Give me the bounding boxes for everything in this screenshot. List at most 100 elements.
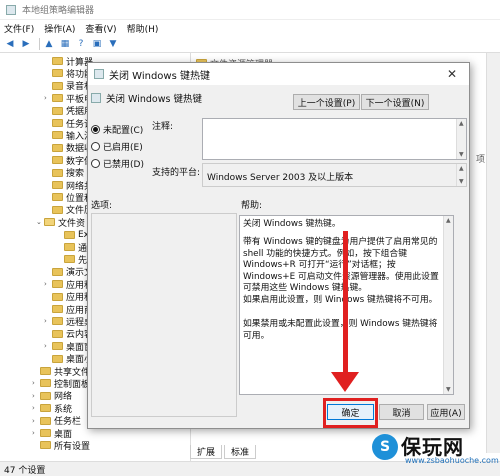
editor-title: 本地组策略编辑器 bbox=[22, 6, 95, 16]
close-icon[interactable]: ✕ bbox=[435, 63, 469, 85]
folder-icon bbox=[52, 69, 63, 78]
tree-item[interactable]: › 任务栏 bbox=[32, 415, 81, 427]
tree-item[interactable]: › 桌面 bbox=[32, 427, 73, 440]
folder-icon bbox=[52, 329, 63, 338]
apply-button[interactable]: 应用(A) bbox=[427, 404, 465, 420]
tab-extended[interactable]: 扩展 bbox=[190, 445, 223, 459]
folder-icon bbox=[52, 94, 63, 103]
chevron-right-icon[interactable]: › bbox=[44, 317, 52, 325]
settings-pane-scrollbar[interactable] bbox=[486, 53, 500, 453]
scroll-up-icon[interactable]: ▲ bbox=[446, 217, 451, 224]
tree-item[interactable]: 应用程 bbox=[44, 291, 93, 303]
next-setting-button[interactable]: 下一个设置(N) bbox=[361, 94, 429, 110]
radio-enabled[interactable]: 已启用(E) bbox=[91, 140, 143, 153]
menu-bar: 文件(F) 操作(A) 查看(V) 帮助(H) bbox=[0, 20, 500, 36]
chevron-right-icon[interactable]: › bbox=[44, 342, 52, 350]
tree-item[interactable]: 凭据用 bbox=[44, 105, 93, 117]
view-tabs: 扩展 标准 bbox=[190, 445, 258, 459]
tree-item[interactable]: › 网络 bbox=[32, 390, 72, 402]
folder-icon bbox=[40, 367, 51, 375]
radio-enabled-dot[interactable] bbox=[91, 142, 100, 151]
scroll-up-icon[interactable]: ▲ bbox=[459, 120, 464, 127]
comment-label: 注释: bbox=[152, 122, 174, 132]
folder-icon bbox=[40, 404, 51, 413]
tree-item[interactable]: 桌面小 bbox=[44, 353, 93, 365]
tree-item-label: 网络 bbox=[54, 392, 73, 403]
policy-dialog: 关闭 Windows 键热键 ✕ 关闭 Windows 键热键 上一个设置(P)… bbox=[87, 62, 470, 429]
comment-scrollbar[interactable]: ▲ ▼ bbox=[456, 119, 466, 159]
prev-setting-button[interactable]: 上一个设置(P) bbox=[293, 94, 360, 110]
scroll-down-icon[interactable]: ▼ bbox=[446, 386, 451, 393]
help-scrollbar[interactable]: ▲ ▼ bbox=[443, 216, 453, 394]
tree-item[interactable]: 录音机 bbox=[44, 80, 93, 92]
tree-item[interactable]: 将功能 bbox=[44, 67, 93, 80]
tree-item[interactable]: ⌄ 文件资 bbox=[36, 216, 85, 229]
folder-icon bbox=[64, 230, 75, 239]
tree-item[interactable]: 文件历 bbox=[44, 204, 93, 216]
tree-item[interactable]: › 控制面板 bbox=[32, 377, 90, 390]
folder-up-icon[interactable]: ▲ bbox=[43, 38, 55, 50]
chevron-right-icon[interactable]: › bbox=[32, 392, 40, 400]
annotation-arrow-shaft bbox=[343, 231, 348, 376]
dialog-title-bar: 关闭 Windows 键热键 bbox=[88, 63, 469, 85]
chevron-right-icon[interactable]: › bbox=[32, 429, 40, 437]
tree-item[interactable]: 输入法 bbox=[44, 129, 93, 142]
tree-item[interactable]: › 应用程 bbox=[44, 278, 93, 291]
chevron-right-icon[interactable]: › bbox=[32, 379, 40, 387]
menu-help[interactable]: 帮助(H) bbox=[127, 22, 159, 35]
folder-icon bbox=[52, 354, 63, 363]
tree-item[interactable]: 所有设置 bbox=[32, 439, 90, 452]
radio-disabled[interactable]: 已禁用(D) bbox=[91, 157, 144, 170]
scroll-up-icon[interactable]: ▲ bbox=[459, 165, 464, 172]
comment-textarea[interactable]: ▲ ▼ bbox=[202, 118, 467, 160]
editor-title-bar: 本地组策略编辑器 bbox=[0, 0, 500, 20]
tree-item[interactable]: 云内容 bbox=[44, 328, 93, 340]
tree-item[interactable]: 演示文 bbox=[44, 266, 93, 278]
tree-item[interactable]: 数字保 bbox=[44, 154, 93, 167]
cancel-button[interactable]: 取消 bbox=[379, 404, 424, 420]
tree-item[interactable]: › 桌面窗 bbox=[44, 340, 93, 353]
tree-item[interactable]: 任务计 bbox=[44, 117, 93, 130]
tree-item[interactable]: › 系统 bbox=[32, 402, 72, 415]
tree-item[interactable]: 计算器 bbox=[44, 55, 93, 68]
folder-icon bbox=[52, 57, 63, 65]
tree-item[interactable]: 搜索 bbox=[44, 167, 84, 179]
folder-icon bbox=[52, 131, 63, 140]
radio-not-configured[interactable]: 未配置(C) bbox=[91, 123, 143, 136]
tab-standard[interactable]: 标准 bbox=[224, 445, 257, 459]
show-pane-icon[interactable]: ▣ bbox=[91, 38, 103, 50]
folder-icon bbox=[52, 317, 63, 326]
chevron-right-icon[interactable]: › bbox=[32, 417, 40, 425]
tree-item[interactable]: 应用商 bbox=[44, 303, 93, 316]
folder-icon bbox=[52, 205, 63, 214]
tree-item[interactable]: 数据收 bbox=[44, 142, 93, 154]
radio-disabled-dot[interactable] bbox=[91, 159, 100, 168]
filter-icon[interactable]: ▼ bbox=[107, 38, 119, 50]
supported-scrollbar[interactable]: ▲ ▼ bbox=[456, 164, 466, 186]
scroll-down-icon[interactable]: ▼ bbox=[459, 178, 464, 185]
back-arrow-icon[interactable]: ◀ bbox=[4, 38, 16, 50]
tree-item[interactable]: › 远程桌 bbox=[44, 315, 93, 328]
folder-icon bbox=[52, 280, 63, 289]
supported-label: 支持的平台: bbox=[152, 168, 201, 178]
radio-not-configured-dot[interactable] bbox=[91, 125, 100, 134]
tree-item[interactable]: 位置和 bbox=[44, 191, 93, 204]
help-paragraph-4: 如果禁用或未配置此设置，则 Windows 键热键将可用。 bbox=[243, 319, 438, 341]
scroll-down-icon[interactable]: ▼ bbox=[459, 151, 464, 158]
forward-arrow-icon[interactable]: ▶ bbox=[20, 38, 32, 50]
menu-file[interactable]: 文件(F) bbox=[4, 22, 34, 35]
chevron-down-icon[interactable]: ⌄ bbox=[36, 218, 44, 226]
tree-item[interactable]: 网络共 bbox=[44, 179, 93, 192]
menu-view[interactable]: 查看(V) bbox=[85, 22, 116, 35]
properties-icon[interactable]: ▦ bbox=[59, 38, 71, 50]
help-icon[interactable]: ? bbox=[75, 38, 87, 50]
tree-item-label: 桌面 bbox=[54, 429, 73, 440]
help-paragraph-2: 带有 Windows 键的键盘为用户提供了启用常见的 shell 功能的快捷方式… bbox=[243, 237, 439, 293]
menu-action[interactable]: 操作(A) bbox=[44, 22, 75, 35]
tree-item[interactable]: › 平板电 bbox=[44, 92, 93, 105]
folder-icon bbox=[52, 143, 63, 152]
chevron-right-icon[interactable]: › bbox=[44, 94, 52, 102]
chevron-right-icon[interactable]: › bbox=[32, 404, 40, 412]
folder-icon bbox=[52, 181, 63, 189]
chevron-right-icon[interactable]: › bbox=[44, 280, 52, 288]
